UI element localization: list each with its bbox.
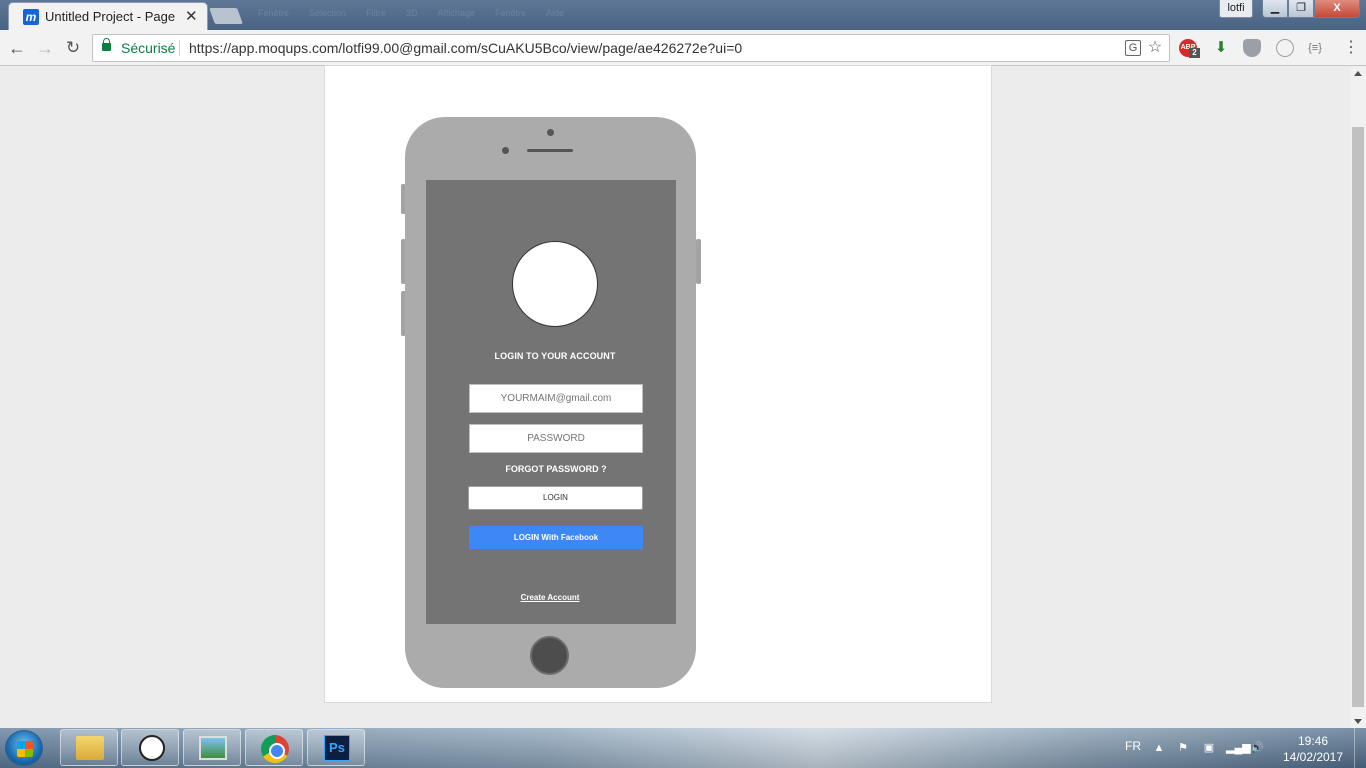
system-clock[interactable]: 19:46 14/02/2017 [1276, 733, 1350, 765]
password-field[interactable] [469, 424, 643, 453]
scroll-down-arrow-icon[interactable] [1354, 719, 1362, 724]
maximize-button[interactable]: ❐ [1288, 0, 1314, 18]
smiley-icon [139, 735, 165, 761]
reload-icon[interactable]: ↻ [62, 37, 84, 59]
scroll-up-arrow-icon[interactable] [1354, 71, 1362, 76]
phone-home-button[interactable] [530, 636, 569, 675]
phone-speaker [527, 149, 573, 152]
browser-titlebar: m Untitled Project - Page ✕ Fenêtre Séle… [0, 0, 1366, 30]
browser-toolbar: ← → ↻ Sécurisé https://app.moqups.com/lo… [0, 30, 1366, 66]
login-heading: LOGIN TO YOUR ACCOUNT [494, 351, 616, 361]
shield-extension-icon[interactable] [1243, 39, 1261, 57]
taskbar-smiley-app[interactable] [121, 729, 179, 766]
forgot-password-link[interactable]: FORGOT PASSWORD ? [470, 464, 642, 474]
folder-icon [76, 736, 104, 760]
windows-taskbar: Ps FR ▲ ⚑ ▣ ▂▄▆ 🔊 19:46 14/02/2017 [0, 728, 1366, 768]
input-language[interactable]: FR [1125, 739, 1141, 753]
chrome-icon [261, 735, 289, 763]
address-separator [179, 40, 180, 56]
circle-extension-icon[interactable] [1276, 39, 1294, 57]
bookmark-star-icon[interactable]: ☆ [1147, 40, 1163, 56]
login-button[interactable]: LOGIN [468, 486, 643, 510]
facebook-login-button[interactable]: LOGIN With Facebook [469, 526, 643, 549]
sensor-icon [502, 147, 509, 154]
create-account-link[interactable]: Create Account [480, 593, 620, 602]
scroll-thumb[interactable] [1352, 127, 1364, 707]
email-field[interactable] [469, 384, 643, 413]
network-icon[interactable]: ▣ [1202, 741, 1216, 755]
avatar-placeholder [512, 241, 598, 327]
ghost-menu-item: Affichage [437, 8, 475, 18]
url-text[interactable]: https://app.moqups.com/lotfi99.00@gmail.… [189, 40, 742, 56]
adblock-count-badge: 2 [1189, 48, 1200, 58]
volume-icon[interactable]: 🔊 [1250, 741, 1264, 755]
phone-power-button [696, 239, 701, 284]
clock-date: 14/02/2017 [1282, 750, 1344, 764]
adblock-icon[interactable]: ABP 2 [1179, 39, 1200, 58]
background-window-menu: Fenêtre Sélection Filtre 3D Affichage Fe… [258, 8, 564, 18]
page-viewport: LOGIN TO YOUR ACCOUNT FORGOT PASSWORD ? … [0, 65, 1350, 728]
profile-badge[interactable]: lotfi [1219, 0, 1253, 18]
minimize-button[interactable]: ▁ [1262, 0, 1288, 18]
action-center-flag-icon[interactable]: ⚑ [1176, 741, 1190, 755]
clock-time: 19:46 [1297, 734, 1329, 748]
front-camera-icon [547, 129, 554, 136]
address-bar[interactable]: Sécurisé https://app.moqups.com/lotfi99.… [92, 34, 1170, 62]
translate-icon[interactable]: G [1125, 40, 1141, 56]
show-hidden-icons-icon[interactable]: ▲ [1152, 741, 1166, 755]
photo-icon [199, 736, 227, 760]
ghost-menu-item: Aide [545, 8, 564, 18]
lock-icon [102, 38, 111, 51]
ghost-menu-item: 3D [406, 8, 418, 18]
ghost-menu-item: Fenêtre [258, 8, 290, 18]
start-button[interactable] [5, 730, 43, 766]
photoshop-icon: Ps [324, 735, 350, 761]
browser-menu-icon[interactable]: ⋮ [1342, 39, 1360, 57]
taskbar-chrome[interactable] [245, 729, 303, 766]
ghost-menu-item: Fenêtre [494, 8, 526, 18]
back-arrow-icon[interactable]: ← [6, 37, 28, 59]
taskbar-photo-viewer[interactable] [183, 729, 241, 766]
close-window-button[interactable]: X [1314, 0, 1360, 18]
ghost-menu-item: Filtre [366, 8, 387, 18]
ghost-menu-item: Sélection [309, 8, 347, 18]
windows-logo-icon [17, 741, 33, 757]
forward-arrow-icon[interactable]: → [34, 37, 56, 59]
show-desktop-button[interactable] [1354, 728, 1366, 768]
tab-close-icon[interactable]: ✕ [185, 7, 198, 25]
secure-label: Sécurisé [121, 40, 176, 56]
moqups-favicon-icon: m [23, 9, 39, 25]
download-extension-icon[interactable]: ⬇ [1212, 39, 1230, 57]
json-extension-icon[interactable]: {≡} [1306, 39, 1324, 57]
taskbar-explorer[interactable] [60, 729, 118, 766]
signal-icon[interactable]: ▂▄▆ [1226, 741, 1251, 755]
page-scrollbar[interactable] [1350, 67, 1366, 728]
taskbar-photoshop[interactable]: Ps [307, 729, 365, 766]
tab-title: Untitled Project - Page [45, 9, 175, 24]
browser-tab[interactable]: m Untitled Project - Page ✕ [8, 2, 208, 30]
new-tab-button[interactable] [209, 8, 243, 24]
